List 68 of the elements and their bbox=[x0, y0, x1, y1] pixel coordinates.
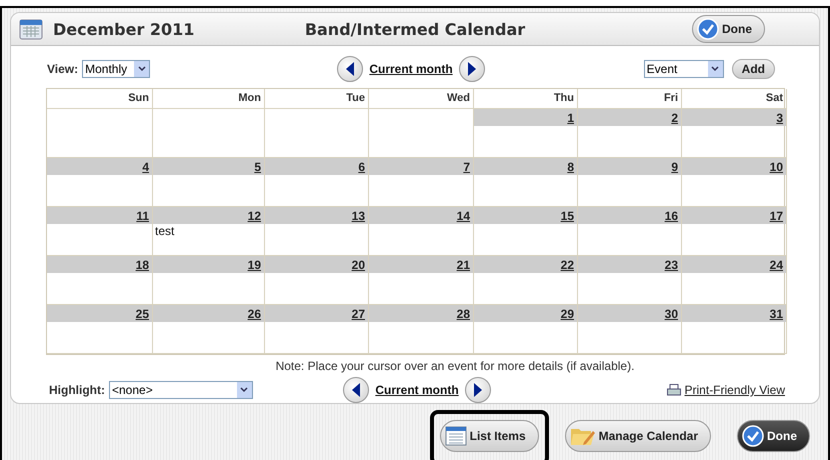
weekday-header: Tue bbox=[265, 89, 369, 109]
date-link[interactable]: 4 bbox=[142, 160, 149, 174]
date-link[interactable]: 18 bbox=[136, 258, 149, 272]
date-link[interactable]: 13 bbox=[352, 208, 365, 222]
previous-month-button[interactable] bbox=[343, 377, 370, 403]
dropdown-caret-icon bbox=[138, 66, 146, 72]
date-link[interactable]: 9 bbox=[671, 160, 678, 174]
date-link[interactable]: 19 bbox=[248, 258, 261, 272]
dropdown-caret-icon bbox=[711, 66, 720, 72]
date-link[interactable]: 12 bbox=[248, 208, 261, 222]
date-link[interactable]: 7 bbox=[463, 160, 470, 174]
date-link[interactable]: 25 bbox=[136, 306, 149, 320]
date-link[interactable]: 2 bbox=[671, 110, 678, 124]
date-link[interactable]: 22 bbox=[560, 258, 574, 272]
weekday-header: Sun bbox=[47, 89, 153, 109]
left-arrow-icon bbox=[351, 383, 362, 397]
date-link[interactable]: 14 bbox=[456, 208, 470, 222]
date-link[interactable]: 31 bbox=[770, 306, 783, 320]
list-icon bbox=[444, 426, 467, 446]
view-select[interactable]: Monthly bbox=[82, 60, 150, 78]
date-link[interactable]: 26 bbox=[248, 306, 261, 320]
done-button[interactable]: Done bbox=[692, 15, 765, 43]
date-link[interactable]: 29 bbox=[560, 306, 574, 320]
date-link[interactable]: 10 bbox=[770, 160, 783, 174]
event-entry[interactable]: test bbox=[153, 224, 264, 238]
hover-note: Note: Place your cursor over an event for more details (if available). bbox=[274, 359, 636, 373]
date-link[interactable]: 28 bbox=[456, 306, 470, 320]
date-link[interactable]: 8 bbox=[567, 160, 574, 174]
calendar-title: Band/Intermed Calendar bbox=[304, 20, 526, 38]
print-friendly-link[interactable]: Print-Friendly View bbox=[684, 383, 785, 397]
date-link[interactable]: 15 bbox=[560, 208, 574, 222]
date-link[interactable]: 11 bbox=[136, 208, 149, 222]
list-items-button[interactable]: List Items bbox=[440, 420, 539, 452]
next-month-button[interactable] bbox=[464, 377, 491, 403]
highlight-label: Highlight: bbox=[49, 383, 105, 397]
date-link[interactable]: 30 bbox=[664, 306, 678, 320]
date-link[interactable]: 21 bbox=[456, 258, 470, 272]
add-button[interactable]: Add bbox=[732, 59, 775, 79]
right-arrow-icon bbox=[472, 383, 483, 397]
right-arrow-icon bbox=[466, 62, 477, 76]
next-month-button[interactable] bbox=[458, 56, 485, 82]
highlight-select[interactable]: <none> bbox=[108, 381, 253, 399]
weekday-header: Mon bbox=[153, 89, 265, 109]
date-link[interactable]: 20 bbox=[352, 258, 365, 272]
date-link[interactable]: 5 bbox=[254, 160, 261, 174]
view-label: View: bbox=[47, 62, 78, 76]
done-button[interactable]: Done bbox=[737, 420, 810, 452]
date-link[interactable]: 3 bbox=[776, 110, 783, 124]
month-title: December 2011 bbox=[53, 20, 194, 38]
previous-month-button[interactable] bbox=[337, 56, 364, 82]
date-link[interactable]: 23 bbox=[664, 258, 678, 272]
date-link[interactable]: 27 bbox=[352, 306, 365, 320]
weekday-header: Wed bbox=[369, 89, 474, 109]
checkmark-icon bbox=[697, 18, 719, 40]
checkmark-icon bbox=[742, 425, 764, 447]
date-link[interactable]: 24 bbox=[770, 258, 783, 272]
manage-calendar-button[interactable]: Manage Calendar bbox=[564, 420, 711, 452]
date-link[interactable]: 17 bbox=[770, 208, 783, 222]
date-link[interactable]: 6 bbox=[358, 160, 365, 174]
printer-icon bbox=[666, 384, 681, 396]
date-link[interactable]: 16 bbox=[664, 208, 678, 222]
current-month-link[interactable]: Current month bbox=[369, 62, 453, 76]
left-arrow-icon bbox=[345, 62, 356, 76]
item-type-select[interactable]: Event bbox=[644, 60, 724, 78]
dropdown-caret-icon bbox=[240, 387, 248, 393]
calendar-icon bbox=[19, 18, 43, 40]
date-link[interactable]: 1 bbox=[567, 110, 574, 124]
current-month-link[interactable]: Current month bbox=[375, 383, 459, 397]
